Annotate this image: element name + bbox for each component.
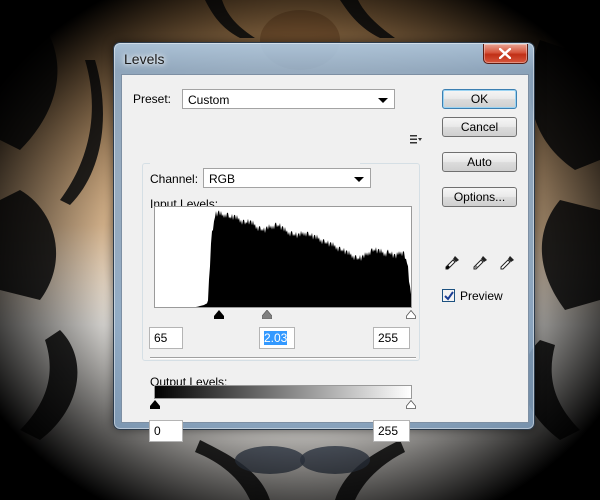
histogram-area xyxy=(155,210,411,307)
output-low-slider[interactable] xyxy=(150,400,160,409)
histogram xyxy=(154,206,412,308)
highlight-input-slider[interactable] xyxy=(406,310,416,319)
cancel-button[interactable]: Cancel xyxy=(442,117,517,137)
close-icon xyxy=(499,48,511,59)
highlight-input-value: 255 xyxy=(378,331,399,345)
preview-label: Preview xyxy=(460,289,503,303)
separator xyxy=(150,357,416,359)
black-eyedropper-icon[interactable] xyxy=(444,255,460,271)
output-low-field[interactable]: 0 xyxy=(149,420,183,442)
levels-dialog: Levels Preset: Custom Channel: RGB Input… xyxy=(113,42,535,442)
dialog-title: Levels xyxy=(124,51,165,67)
output-low-value: 0 xyxy=(154,424,161,438)
channel-value: RGB xyxy=(209,172,236,186)
shadow-input-value: 65 xyxy=(154,331,168,345)
dialog-content: Preset: Custom Channel: RGB Input Levels… xyxy=(121,74,529,442)
output-high-slider[interactable] xyxy=(406,400,416,409)
chevron-down-icon xyxy=(354,177,364,182)
preset-value: Custom xyxy=(188,93,230,107)
options-button[interactable]: Options... xyxy=(442,187,517,207)
shadow-input-field[interactable]: 65 xyxy=(149,327,183,349)
channel-label: Channel: xyxy=(150,172,199,186)
gamma-input-slider[interactable] xyxy=(262,310,272,319)
chevron-down-icon xyxy=(378,98,388,103)
gamma-input-field[interactable]: 2.03 xyxy=(259,327,295,349)
channel-dropdown[interactable]: RGB xyxy=(203,168,371,188)
output-high-value: 255 xyxy=(378,424,399,438)
highlight-input-field[interactable]: 255 xyxy=(373,327,410,349)
histogram-chart xyxy=(155,210,411,307)
preset-label: Preset: xyxy=(133,92,172,106)
ok-button[interactable]: OK xyxy=(442,89,517,109)
gamma-input-value: 2.03 xyxy=(264,331,288,345)
gray-eyedropper-icon[interactable] xyxy=(472,255,488,271)
preview-checkbox[interactable] xyxy=(442,289,455,302)
white-eyedropper-icon[interactable] xyxy=(499,255,515,271)
output-high-field[interactable]: 255 xyxy=(373,420,410,442)
auto-button[interactable]: Auto xyxy=(442,152,517,172)
checkmark-icon xyxy=(444,291,454,301)
shadow-input-slider[interactable] xyxy=(214,310,224,319)
close-button[interactable] xyxy=(483,44,528,64)
preset-dropdown[interactable]: Custom xyxy=(182,89,395,109)
output-gradient-ramp xyxy=(154,385,412,399)
preset-options-icon[interactable] xyxy=(410,134,422,144)
